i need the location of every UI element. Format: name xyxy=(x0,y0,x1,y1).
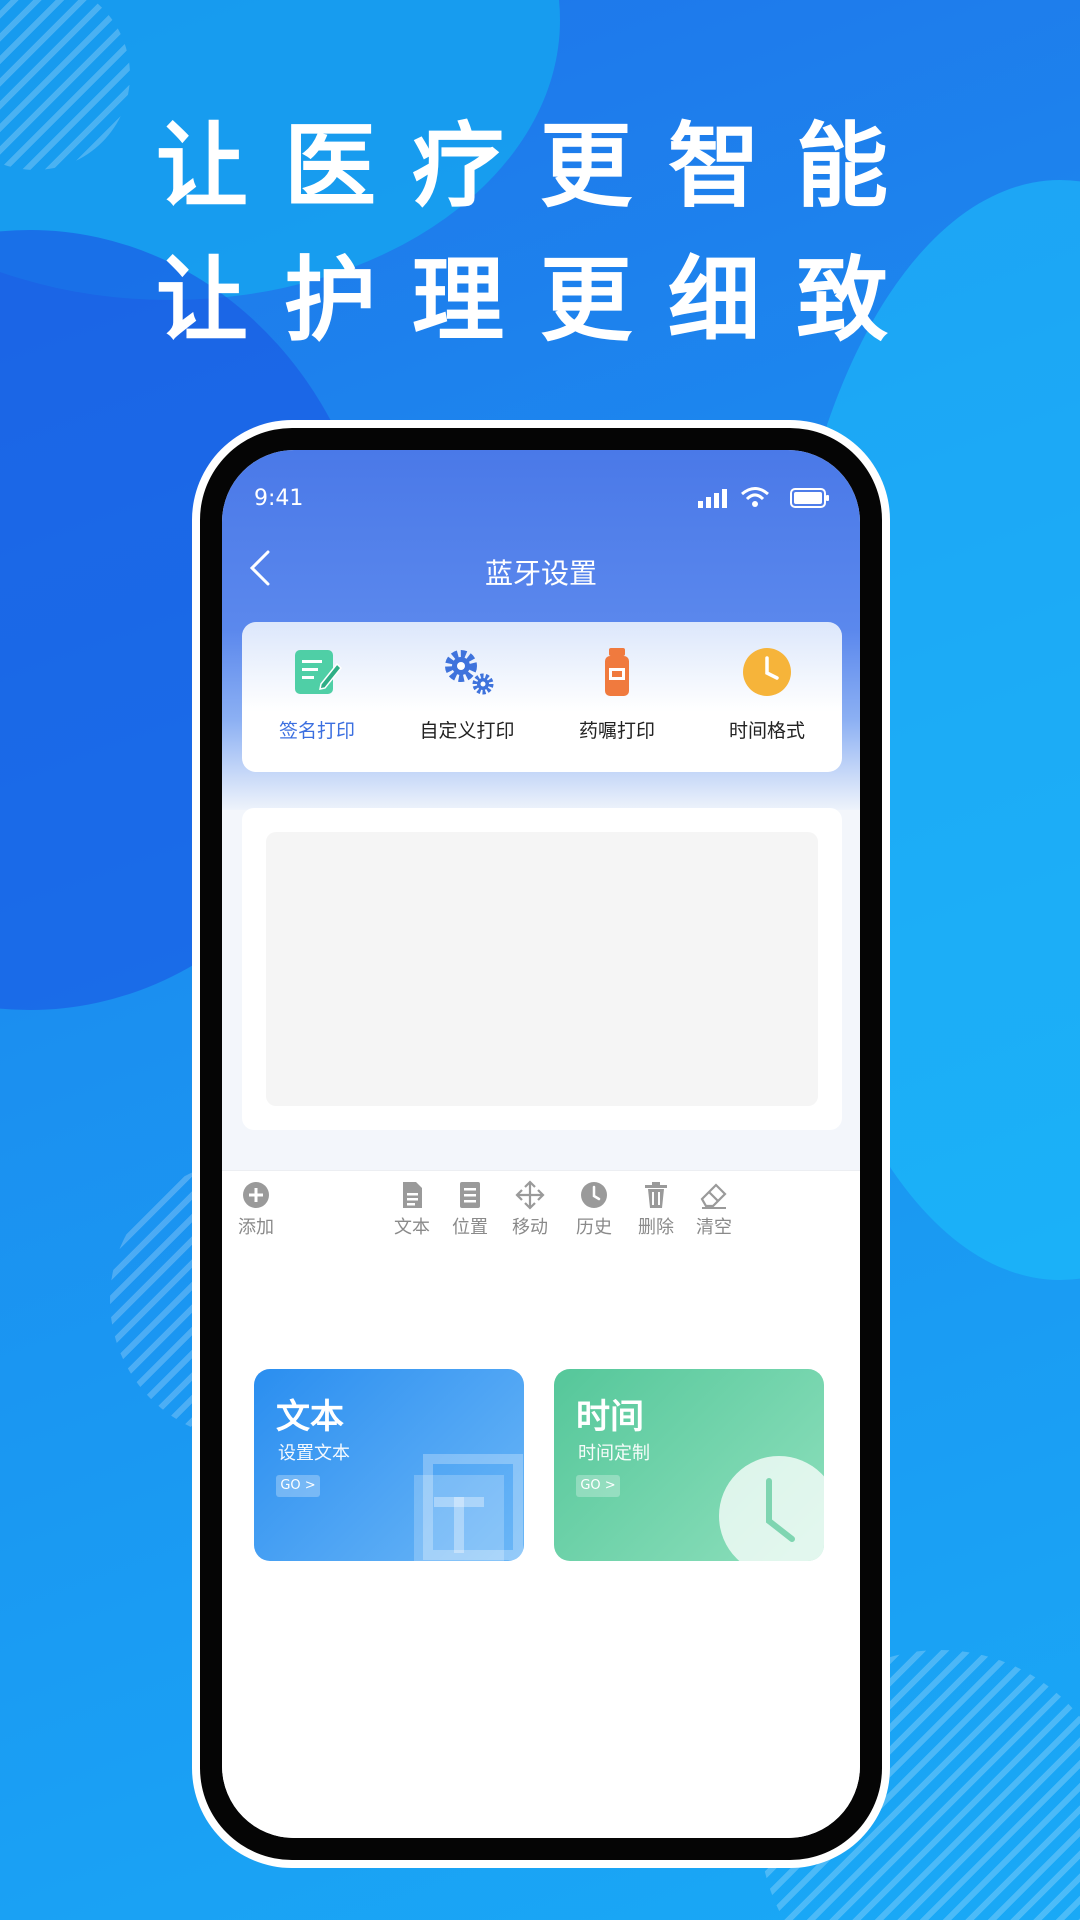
card-title: 时间 xyxy=(576,1397,644,1437)
go-button[interactable]: GO > xyxy=(576,1475,620,1497)
plus-circle-icon xyxy=(226,1179,286,1211)
clear-button[interactable]: 清空 xyxy=(684,1179,744,1239)
text-card[interactable]: 文本 设置文本 GO > xyxy=(254,1369,524,1561)
signature-edit-icon xyxy=(291,646,343,698)
list-document-icon xyxy=(440,1179,500,1211)
page-title: 蓝牙设置 xyxy=(484,557,597,590)
card-title: 文本 xyxy=(276,1397,344,1437)
gears-icon xyxy=(441,646,494,698)
go-button[interactable]: GO > xyxy=(276,1475,320,1497)
promo-poster: 让医疗更智能 让护理更细致 9:41 蓝牙设置 签名打印 自定义打印 药嘱打印 … xyxy=(0,0,1080,1920)
tool-time-format[interactable]: 时间格式 xyxy=(692,646,842,743)
move-arrows-icon xyxy=(500,1179,560,1211)
phone-mockup: 9:41 蓝牙设置 签名打印 自定义打印 药嘱打印 时间格式 添加 文本 位置 … xyxy=(200,428,882,1860)
edit-toolbar: 添加 文本 位置 移动 历史 删除 清空 xyxy=(222,1170,860,1246)
eraser-icon xyxy=(684,1179,744,1211)
clock-icon xyxy=(714,1451,824,1561)
move-label: 移动 xyxy=(512,1217,548,1238)
navigation-bar: 蓝牙设置 xyxy=(222,538,860,602)
add-label: 添加 xyxy=(238,1217,274,1238)
move-button[interactable]: 移动 xyxy=(500,1179,560,1239)
status-time: 9:41 xyxy=(254,486,304,511)
text-label: 文本 xyxy=(394,1217,430,1238)
phone-screen: 9:41 蓝牙设置 签名打印 自定义打印 药嘱打印 时间格式 添加 文本 位置 … xyxy=(222,450,860,1838)
medicine-bottle-icon xyxy=(591,646,643,698)
wifi-icon xyxy=(740,486,770,514)
clear-label: 清空 xyxy=(696,1217,732,1238)
clock-icon xyxy=(741,646,793,698)
headline-line-2: 让护理更细致 xyxy=(155,246,924,354)
tool-label: 签名打印 xyxy=(278,720,355,742)
tool-label: 时间格式 xyxy=(728,720,805,742)
add-button[interactable]: 添加 xyxy=(226,1179,286,1239)
history-label: 历史 xyxy=(576,1217,612,1238)
delete-button[interactable]: 删除 xyxy=(626,1179,686,1239)
print-mode-toolbar: 签名打印 自定义打印 药嘱打印 时间格式 xyxy=(242,622,842,772)
print-preview-card xyxy=(242,808,842,1130)
trash-icon xyxy=(626,1179,686,1211)
card-subtitle: 时间定制 xyxy=(578,1443,650,1464)
card-subtitle: 设置文本 xyxy=(278,1443,350,1464)
content-area: 文本 设置文本 GO > 时间 时间定制 GO > xyxy=(222,1245,860,1838)
cellular-signal-icon xyxy=(698,488,728,514)
time-card[interactable]: 时间 时间定制 GO > xyxy=(554,1369,824,1561)
text-button[interactable]: 文本 xyxy=(382,1179,442,1239)
status-bar: 9:41 xyxy=(254,486,830,516)
tool-custom-print[interactable]: 自定义打印 xyxy=(392,646,542,743)
document-icon xyxy=(382,1179,442,1211)
position-button[interactable]: 位置 xyxy=(440,1179,500,1239)
print-canvas[interactable] xyxy=(266,832,818,1106)
position-label: 位置 xyxy=(452,1217,488,1238)
tool-label: 药嘱打印 xyxy=(578,720,655,742)
history-button[interactable]: 历史 xyxy=(564,1179,624,1239)
delete-label: 删除 xyxy=(638,1217,674,1238)
headline-line-1: 让医疗更智能 xyxy=(155,112,924,220)
history-clock-icon xyxy=(564,1179,624,1211)
tool-label: 自定义打印 xyxy=(419,720,515,742)
battery-icon xyxy=(790,488,830,514)
tool-signature-print[interactable]: 签名打印 xyxy=(242,646,392,743)
text-frame-icon xyxy=(408,1453,524,1561)
tool-prescription-print[interactable]: 药嘱打印 xyxy=(542,646,692,743)
